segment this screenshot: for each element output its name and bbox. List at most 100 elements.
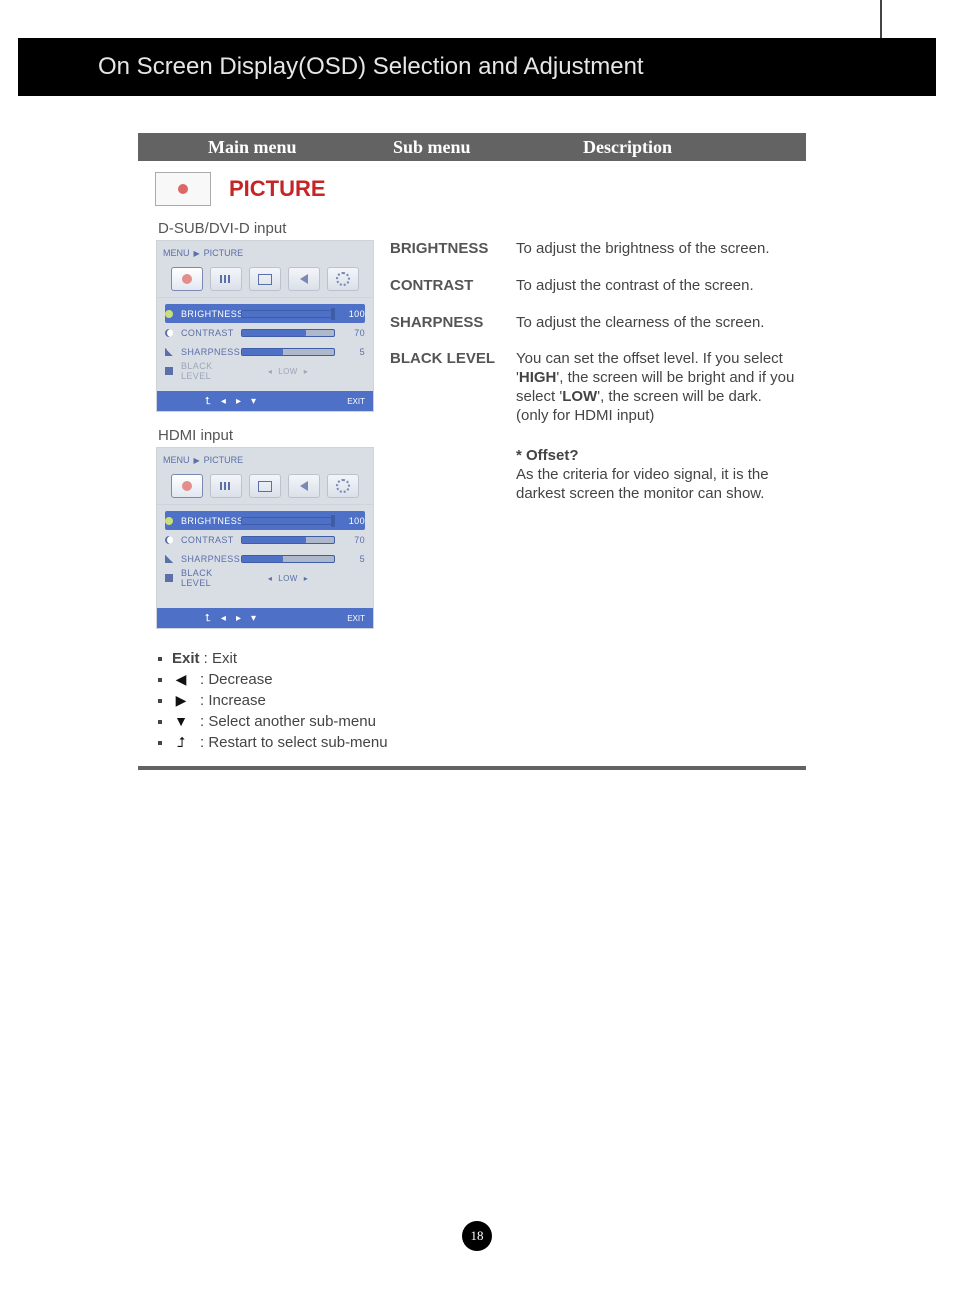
triangle-left-icon[interactable]: ◂ xyxy=(221,396,226,407)
home-icon[interactable]: ⮤ xyxy=(205,396,211,407)
osd-exit[interactable]: EXIT xyxy=(347,397,365,406)
row-sun-icon xyxy=(165,310,173,318)
contrast-slider[interactable] xyxy=(241,329,335,337)
triangle-right-icon: ▶ xyxy=(172,691,190,711)
blacklevel-value-toggle[interactable]: ◂ LOW ▸ xyxy=(241,367,335,376)
contrast-slider[interactable] xyxy=(241,536,335,544)
triangle-left-icon: ◂ xyxy=(268,367,272,376)
osd-footer: ⮤ ◂ ▸ ▾ EXIT xyxy=(157,608,373,628)
osd-tab-color[interactable] xyxy=(210,267,242,291)
row-value: 5 xyxy=(339,554,365,564)
triangle-down-icon[interactable]: ▾ xyxy=(251,613,256,624)
row-sharp-icon xyxy=(165,348,173,356)
triangle-right-icon: ▶ xyxy=(194,456,200,465)
sharpness-slider[interactable] xyxy=(241,348,335,356)
osd-breadcrumb: MENU ▶ PICTURE xyxy=(157,448,373,472)
osd-row-sharpness[interactable]: SHARPNESS 5 xyxy=(165,549,365,568)
osd-tab-picture[interactable] xyxy=(171,474,203,498)
section-divider xyxy=(138,766,806,770)
page-top-rule xyxy=(880,0,882,38)
row-black-icon xyxy=(165,574,173,582)
row-label: BLACK LEVEL xyxy=(181,568,237,588)
triangle-right-icon[interactable]: ▸ xyxy=(236,613,241,624)
col-sub: Sub menu xyxy=(393,137,471,158)
bullet-icon xyxy=(158,678,162,682)
row-label: CONTRAST xyxy=(181,328,237,338)
speaker-icon xyxy=(300,274,308,284)
osd-tab-screen[interactable] xyxy=(249,267,281,291)
section-header: PICTURE xyxy=(155,172,326,206)
legend-down: ▼ : Select another sub-menu xyxy=(158,711,388,732)
osd-row-brightness[interactable]: BRIGHTNESS 100 xyxy=(165,511,365,530)
osd-row-blacklevel[interactable]: BLACK LEVEL ◂ LOW ▸ xyxy=(165,361,365,380)
monitor-icon xyxy=(258,274,272,285)
row-sharp-icon xyxy=(165,555,173,563)
osd-tab-row xyxy=(157,472,373,505)
row-moon-icon xyxy=(165,329,173,337)
osd-footer: ⮤ ◂ ▸ ▾ EXIT xyxy=(157,391,373,411)
page-title-bar: On Screen Display(OSD) Selection and Adj… xyxy=(18,38,936,96)
bl-note: (only for HDMI input) xyxy=(516,407,654,424)
osd-body: BRIGHTNESS 100 CONTRAST 70 SHARPNESS 5 B… xyxy=(157,298,373,384)
bullet-icon xyxy=(158,699,162,703)
brightness-icon xyxy=(175,181,191,197)
blacklevel-value: LOW xyxy=(278,574,297,583)
row-value: 70 xyxy=(339,535,365,545)
row-label: BRIGHTNESS xyxy=(181,516,237,526)
row-label: SHARPNESS xyxy=(181,554,237,564)
osd-row-contrast[interactable]: CONTRAST 70 xyxy=(165,530,365,549)
bars-icon xyxy=(220,275,232,283)
submenu-contrast-desc: To adjust the contrast of the screen. xyxy=(516,277,754,296)
bl-high: HIGH xyxy=(519,369,557,386)
gear-icon xyxy=(336,272,350,286)
row-value: 5 xyxy=(339,347,365,357)
submenu-blacklevel-label: BLACK LEVEL xyxy=(390,350,516,503)
osd-row-blacklevel[interactable]: BLACK LEVEL ◂ LOW ▸ xyxy=(165,568,365,587)
legend-home: ⮥ : Restart to select sub-menu xyxy=(158,732,388,753)
osd-body: BRIGHTNESS 100 CONTRAST 70 SHARPNESS 5 B… xyxy=(157,505,373,591)
submenu-brightness-desc: To adjust the brightness of the screen. xyxy=(516,240,769,259)
osd-tab-row xyxy=(157,265,373,298)
sharpness-slider[interactable] xyxy=(241,555,335,563)
osd-row-contrast[interactable]: CONTRAST 70 xyxy=(165,323,365,342)
submenu-contrast-label: CONTRAST xyxy=(390,277,516,296)
submenu-sharpness-desc: To adjust the clearness of the screen. xyxy=(516,314,764,333)
osd-tab-audio[interactable] xyxy=(288,267,320,291)
legend-exit: Exit : Exit xyxy=(158,648,388,669)
osd-tab-color[interactable] xyxy=(210,474,242,498)
brightness-slider[interactable] xyxy=(241,517,335,525)
sun-icon xyxy=(182,481,192,491)
triangle-down-icon: ▼ xyxy=(172,712,190,732)
page-number: 18 xyxy=(471,1228,484,1244)
offset-desc: As the criteria for video signal, it is … xyxy=(516,466,769,502)
legend-home-text: : Restart to select sub-menu xyxy=(200,732,388,753)
row-value: 100 xyxy=(339,516,365,526)
offset-title: * Offset? xyxy=(516,447,579,464)
picture-icon-box xyxy=(155,172,211,206)
bl-low: LOW xyxy=(562,388,597,405)
osd-exit[interactable]: EXIT xyxy=(347,614,365,623)
triangle-down-icon[interactable]: ▾ xyxy=(251,396,256,407)
osd-tab-picture[interactable] xyxy=(171,267,203,291)
osd-tab-audio[interactable] xyxy=(288,474,320,498)
monitor-icon xyxy=(258,481,272,492)
osd-tab-setup[interactable] xyxy=(327,267,359,291)
home-icon[interactable]: ⮤ xyxy=(205,613,211,624)
osd-row-brightness[interactable]: BRIGHTNESS 100 xyxy=(165,304,365,323)
triangle-right-icon: ▸ xyxy=(304,367,308,376)
osd-tab-screen[interactable] xyxy=(249,474,281,498)
triangle-right-icon[interactable]: ▸ xyxy=(236,396,241,407)
bl-post: ', the screen will be dark. xyxy=(597,388,762,405)
osd-tab-setup[interactable] xyxy=(327,474,359,498)
osd-row-sharpness[interactable]: SHARPNESS 5 xyxy=(165,342,365,361)
blacklevel-value-toggle[interactable]: ◂ LOW ▸ xyxy=(241,574,335,583)
row-sun-icon xyxy=(165,517,173,525)
triangle-left-icon[interactable]: ◂ xyxy=(221,613,226,624)
bullet-icon xyxy=(158,720,162,724)
brightness-slider[interactable] xyxy=(241,310,335,318)
blacklevel-value: LOW xyxy=(278,367,297,376)
legend-increase: ▶ : Increase xyxy=(158,690,388,711)
section-title: PICTURE xyxy=(229,176,326,202)
osd-breadcrumb: MENU ▶ PICTURE xyxy=(157,241,373,265)
speaker-icon xyxy=(300,481,308,491)
